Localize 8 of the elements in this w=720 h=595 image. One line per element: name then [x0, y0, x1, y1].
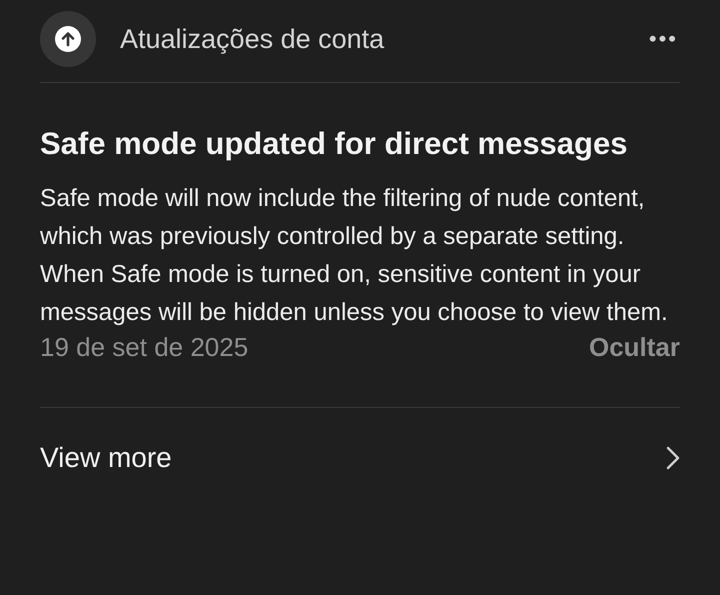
hide-button[interactable]: Ocultar [588, 332, 680, 363]
section-title: Atualizações de conta [120, 24, 386, 54]
notice-body: Safe mode will now include the filtering of nude content, which was previously controlled by a separate setting. When Safe mode is turned on, sensitive content in your messages will be hidden unless you choose to view them. [40, 184, 669, 328]
notice-title: Safe mode updated for direct messages [40, 125, 628, 163]
chevron-right-icon [666, 446, 680, 470]
notice-date: 19 de set de 2025 [40, 332, 248, 363]
view-more-link[interactable]: View more [40, 442, 680, 474]
more-options-button[interactable]: ••• [646, 26, 680, 52]
